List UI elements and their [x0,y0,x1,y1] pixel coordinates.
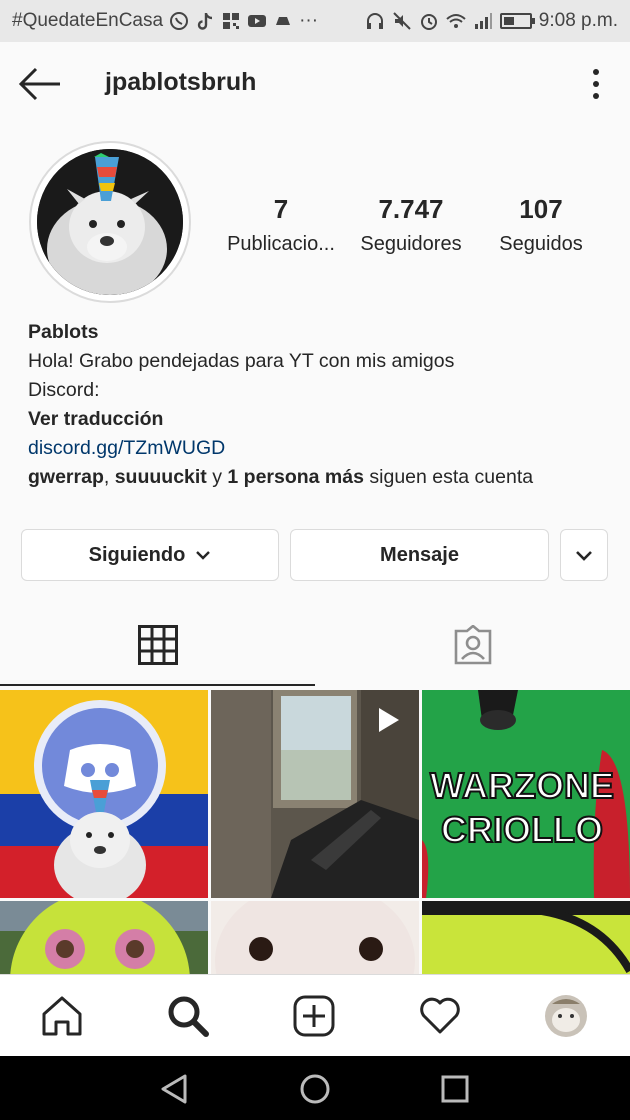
chevron-down-icon [196,551,211,560]
tiktok-icon [195,11,215,31]
message-button-label: Mensaje [380,543,459,566]
profile-avatar[interactable] [29,141,191,303]
alarm-icon [419,11,439,31]
battery-icon [499,13,535,29]
grid-post-video[interactable] [211,690,419,898]
followed-by-user-1: gwerrap [28,466,104,488]
tagged-user-icon [454,625,491,665]
system-navigation-bar [0,1056,630,1120]
game-icon [273,11,293,31]
circle-home-icon [300,1074,330,1104]
page-title: jpablotsbruh [105,68,257,96]
discord-dog-thumbnail [0,690,208,898]
bio-website-link[interactable]: discord.gg/TZmWUGD [28,434,608,463]
followed-by-suffix: siguen esta cuenta [363,466,534,488]
heart-icon [420,997,460,1034]
whatsapp-icon [169,11,189,31]
profile-header: jpablotsbruh [0,42,630,126]
grid-post[interactable] [211,901,419,974]
more-notifications-icon: ··· [299,10,319,31]
profile-bio: Pablots Hola! Grabo pendejadas para YT c… [28,318,608,492]
stat-followers[interactable]: 7.747 Seguidores [346,194,476,256]
profile-avatar-icon [545,995,587,1037]
triangle-back-icon [161,1074,187,1104]
followed-by-more: 1 persona más [227,466,364,488]
followed-by-and: y [206,466,228,488]
stat-posts-label: Publicacio... [227,233,335,255]
qr-icon [221,11,241,31]
nav-search[interactable] [165,993,211,1039]
chevron-down-icon [576,550,592,561]
followed-by-separator: , [103,466,115,488]
display-name: Pablots [28,321,99,343]
status-right: 9:08 p.m. [365,10,618,32]
stat-followers-label: Seguidores [360,233,462,255]
stat-posts[interactable]: 7 Publicacio... [216,194,346,256]
tab-tagged[interactable] [315,604,630,686]
more-options-button[interactable] [584,64,608,104]
youtube-icon [247,11,267,31]
square-recents-icon [441,1075,469,1103]
back-button[interactable] [18,66,62,102]
system-recents-button[interactable] [438,1072,472,1106]
nav-activity[interactable] [417,993,463,1039]
bio-line-2: Discord: [28,379,100,401]
stat-following-value: 107 [519,194,563,224]
mute-icon [392,11,412,31]
stat-posts-value: 7 [273,194,289,224]
active-tab-indicator [0,684,315,686]
following-button[interactable]: Siguiendo [21,529,279,581]
grid-post[interactable] [0,690,208,898]
nav-profile[interactable] [543,993,589,1039]
grid-post[interactable] [0,901,208,974]
followed-by-user-2: suuuuckit [114,466,207,488]
status-left: #QuedateEnCasa ··· [12,10,318,32]
followed-by[interactable]: gwerrap, suuuuckit y 1 persona más sigue… [28,463,608,492]
status-hashtag: #QuedateEnCasa [12,10,164,31]
grid-post[interactable] [422,901,630,974]
posts-grid: WARZONE CRIOLLO [0,690,630,974]
nav-home[interactable] [39,993,85,1039]
suggestions-dropdown-button[interactable] [560,529,608,581]
see-translation-link[interactable]: Ver traducción [28,405,608,434]
add-post-icon [293,995,335,1037]
following-button-label: Siguiendo [88,543,186,566]
ball-face-thumbnail [0,901,208,974]
avatar-image [37,149,183,295]
tennis-ball-thumbnail [422,901,630,974]
signal-icon [473,11,493,31]
game-scene-thumbnail [211,690,419,898]
arrow-left-icon [18,67,60,101]
stat-following-label: Seguidos [499,233,583,255]
stat-followers-value: 7.747 [378,194,444,224]
warzone-title-line-2: CRIOLLO [441,809,603,850]
message-button[interactable]: Mensaje [290,529,549,581]
status-time: 9:08 p.m. [538,10,618,31]
more-vertical-icon [593,69,599,99]
stat-following[interactable]: 107 Seguidos [476,194,606,256]
home-icon [42,996,82,1036]
search-icon [168,996,209,1037]
bio-line-1: Hola! Grabo pendejadas para YT con mis a… [28,350,455,372]
bottom-navigation [0,974,630,1056]
system-home-button[interactable] [298,1072,332,1106]
warzone-thumbnail: WARZONE CRIOLLO [422,690,630,898]
system-back-button[interactable] [157,1072,191,1106]
dog-closeup-thumbnail [211,901,419,974]
status-bar: #QuedateEnCasa ··· 9:08 p.m. [0,0,630,42]
grid-icon [137,625,178,665]
tab-grid[interactable] [0,604,315,686]
headphones-icon [365,11,385,31]
nav-new-post[interactable] [291,993,337,1039]
grid-post[interactable]: WARZONE CRIOLLO [422,690,630,898]
wifi-icon [446,11,466,31]
warzone-title-line-1: WARZONE [430,765,614,806]
